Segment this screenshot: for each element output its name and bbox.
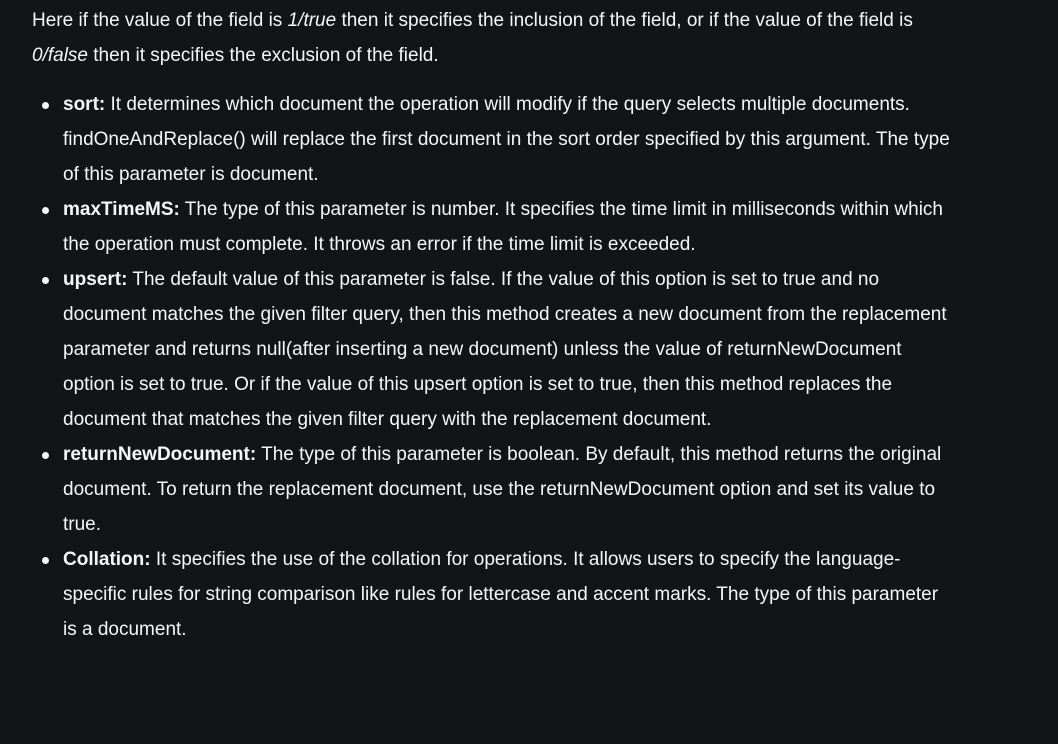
description: The default value of this parameter is f… bbox=[63, 269, 947, 430]
options-list: sort: It determines which document the o… bbox=[32, 87, 952, 647]
list-item-returnnewdocument: returnNewDocument: The type of this para… bbox=[42, 437, 952, 542]
list-item-collation: Collation: It specifies the use of the c… bbox=[42, 542, 952, 647]
term: maxTimeMS: bbox=[63, 199, 180, 220]
term: upsert: bbox=[63, 269, 128, 290]
description: The type of this parameter is number. It… bbox=[63, 199, 943, 255]
term: returnNewDocument: bbox=[63, 444, 257, 465]
intro-text: then it specifies the exclusion of the f… bbox=[87, 45, 439, 66]
inclusion-value: 1/true bbox=[287, 10, 337, 31]
description: It determines which document the operati… bbox=[63, 94, 950, 185]
intro-text: then it specifies the inclusion of the f… bbox=[336, 10, 913, 31]
list-item-sort: sort: It determines which document the o… bbox=[42, 87, 952, 192]
term: sort: bbox=[63, 94, 106, 115]
exclusion-value: 0/false bbox=[32, 45, 88, 66]
article-content: Here if the value of the field is 1/true… bbox=[32, 3, 952, 647]
term: Collation: bbox=[63, 549, 151, 570]
list-item-maxtimems: maxTimeMS: The type of this parameter is… bbox=[42, 192, 952, 262]
intro-paragraph: Here if the value of the field is 1/true… bbox=[32, 3, 952, 73]
list-item-upsert: upsert: The default value of this parame… bbox=[42, 262, 952, 437]
intro-text: Here if the value of the field is bbox=[32, 10, 288, 31]
description: It specifies the use of the collation fo… bbox=[63, 549, 939, 640]
